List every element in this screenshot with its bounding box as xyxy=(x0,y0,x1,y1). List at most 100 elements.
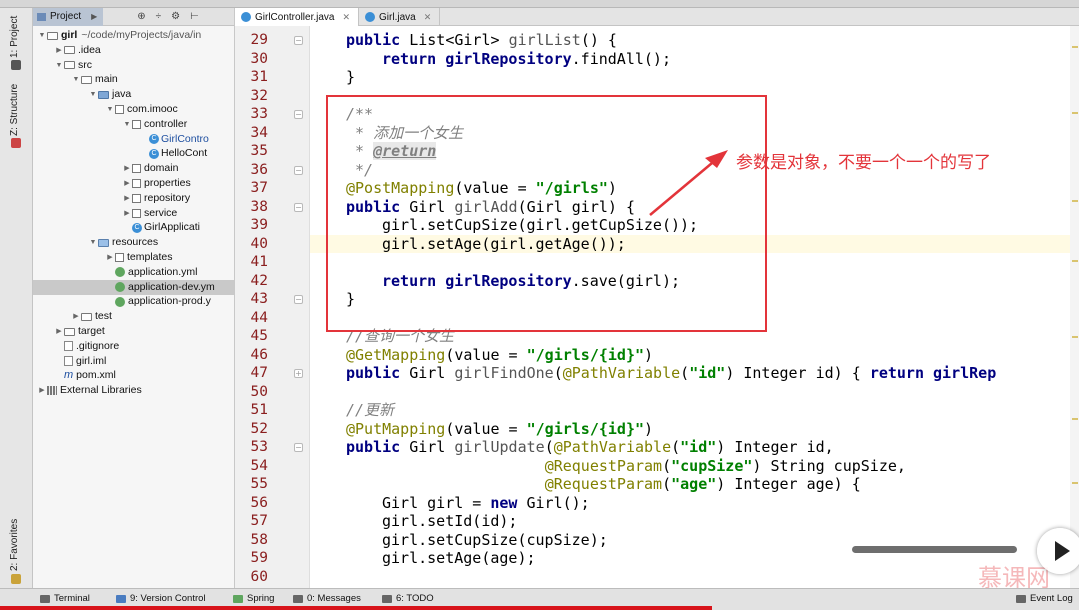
chevron-down-icon[interactable]: ▼ xyxy=(88,235,98,250)
line-number[interactable]: 44 xyxy=(238,309,268,328)
line-number[interactable]: 37 xyxy=(238,179,268,198)
editor-tab-girl-java[interactable]: Girl.java ✕ xyxy=(359,8,441,26)
line-number[interactable]: 32 xyxy=(238,87,268,106)
line-number[interactable]: 31 xyxy=(238,68,268,87)
tree-item-girl-iml[interactable]: girl.iml xyxy=(54,354,106,369)
horizontal-scroll-thumb[interactable] xyxy=(852,546,1017,553)
tree-item-external-libraries[interactable]: ▶ External Libraries xyxy=(37,383,141,398)
gear-icon[interactable]: ⚙ xyxy=(171,11,180,22)
chevron-right-icon[interactable]: ▶ xyxy=(54,43,64,58)
line-number[interactable]: 41 xyxy=(238,253,268,272)
tree-item-resources[interactable]: ▼ resources xyxy=(88,235,159,250)
code-line[interactable]: Girl girl = new Girl(); xyxy=(382,494,590,513)
chevron-right-icon[interactable]: ▶ xyxy=(37,383,47,398)
tool-terminal[interactable]: Terminal xyxy=(40,593,90,604)
tree-item-service[interactable]: ▶ service xyxy=(122,206,177,221)
structure-tool-icon[interactable] xyxy=(11,138,21,148)
chevron-right-icon[interactable]: ▶ xyxy=(122,191,132,206)
chevron-down-icon[interactable]: ▼ xyxy=(71,72,81,87)
line-number[interactable]: 40 xyxy=(238,235,268,254)
fold-marker-icon[interactable]: + xyxy=(294,369,303,378)
line-number[interactable]: 60 xyxy=(238,568,268,587)
code-line[interactable]: @PutMapping(value = "/girls/{id}") xyxy=(346,420,653,439)
code-line[interactable]: public List<Girl> girlList() { xyxy=(346,31,617,50)
line-number[interactable]: 53 xyxy=(238,438,268,457)
line-number[interactable]: 30 xyxy=(238,50,268,69)
line-number[interactable]: 33 xyxy=(238,105,268,124)
tree-item-application-dev-ym[interactable]: application-dev.ym xyxy=(33,279,234,295)
tree-item-templates[interactable]: ▶ templates xyxy=(105,250,172,265)
tree-item-target[interactable]: ▶ target xyxy=(54,324,105,339)
video-progress-bar[interactable] xyxy=(0,606,712,610)
line-number[interactable]: 52 xyxy=(238,420,268,439)
fold-marker-icon[interactable]: − xyxy=(294,165,303,175)
code-line[interactable]: return girlRepository.findAll(); xyxy=(382,50,671,69)
chevron-down-icon[interactable]: ▼ xyxy=(105,102,115,117)
tree-item-pom-xml[interactable]: m pom.xml xyxy=(54,368,116,383)
chevron-right-icon[interactable]: ▶ xyxy=(105,250,115,265)
line-number[interactable]: 35 xyxy=(238,142,268,161)
tree-item-java[interactable]: ▼ java xyxy=(88,87,132,102)
fold-marker-icon[interactable]: − xyxy=(294,443,303,452)
line-number[interactable]: 29 xyxy=(238,31,268,50)
tree-item-main[interactable]: ▼ main xyxy=(71,72,118,87)
code-line[interactable]: public Girl girlUpdate(@PathVariable("id… xyxy=(346,438,834,457)
code-line[interactable]: girl.setAge(age); xyxy=(382,549,536,568)
code-line[interactable]: girl.setCupSize(cupSize); xyxy=(382,531,608,550)
project-view-selector[interactable]: Project ▶ xyxy=(33,8,104,26)
line-number[interactable]: 58 xyxy=(238,531,268,550)
line-number[interactable]: 43 xyxy=(238,290,268,309)
fold-marker-icon[interactable]: − xyxy=(294,110,303,119)
editor-tab-girlcontroller-java[interactable]: GirlController.java ✕ xyxy=(235,8,360,26)
chevron-right-icon[interactable]: ▶ xyxy=(71,309,81,324)
fold-marker-icon[interactable]: − xyxy=(294,202,303,212)
line-number[interactable]: 59 xyxy=(238,549,268,568)
project-tool-tab[interactable]: 1: Project xyxy=(9,16,20,58)
chevron-right-icon[interactable]: ▶ xyxy=(122,161,132,176)
stripe-marker[interactable] xyxy=(1072,336,1078,338)
line-number[interactable]: 50 xyxy=(238,383,268,402)
collapse-icon[interactable]: ÷ xyxy=(156,11,162,22)
chevron-down-icon[interactable]: ▼ xyxy=(54,58,64,73)
line-number[interactable]: 55 xyxy=(238,475,268,494)
chevron-right-icon[interactable]: ▶ xyxy=(122,176,132,191)
stripe-marker[interactable] xyxy=(1072,482,1078,484)
code-line[interactable]: girl.setId(id); xyxy=(382,512,517,531)
tool-spring[interactable]: Spring xyxy=(233,593,274,604)
tree-item-test[interactable]: ▶ test xyxy=(71,309,112,324)
sync-icon[interactable]: ⊕ xyxy=(137,11,145,22)
chevron-down-icon[interactable]: ▼ xyxy=(122,117,132,132)
tree-item-idea[interactable]: ▶ .idea xyxy=(54,43,100,58)
tree-item-properties[interactable]: ▶ properties xyxy=(122,176,190,191)
line-number[interactable]: 45 xyxy=(238,327,268,346)
stripe-marker[interactable] xyxy=(1072,112,1078,114)
error-stripe[interactable] xyxy=(1070,26,1079,588)
code-line[interactable]: //更新 xyxy=(346,401,394,420)
tree-item-application-yml[interactable]: application.yml xyxy=(105,265,197,280)
line-number[interactable]: 42 xyxy=(238,272,268,291)
fold-marker-icon[interactable]: − xyxy=(294,295,303,304)
hide-panel-icon[interactable]: ⊢ xyxy=(190,11,199,22)
code-line[interactable]: @RequestParam("cupSize") String cupSize, xyxy=(346,457,906,476)
stripe-marker[interactable] xyxy=(1072,418,1078,420)
play-button[interactable] xyxy=(1037,528,1079,574)
tree-item-domain[interactable]: ▶ domain xyxy=(122,161,178,176)
line-number[interactable]: 34 xyxy=(238,124,268,143)
code-line[interactable]: } xyxy=(346,68,355,87)
code-line[interactable]: @RequestParam("age") Integer age) { xyxy=(346,475,861,494)
stripe-marker[interactable] xyxy=(1072,260,1078,262)
favorites-tool-icon[interactable] xyxy=(11,574,21,584)
code-line[interactable]: public Girl girlFindOne(@PathVariable("i… xyxy=(346,364,996,383)
tree-item-girl[interactable]: ▼ girl ~/code/myProjects/java/in xyxy=(37,28,202,43)
code-line[interactable]: @GetMapping(value = "/girls/{id}") xyxy=(346,346,653,365)
tree-item-repository[interactable]: ▶ repository xyxy=(122,191,190,206)
tree-item-gitignore[interactable]: .gitignore xyxy=(54,339,119,354)
line-number[interactable]: 47 xyxy=(238,364,268,383)
chevron-right-icon[interactable]: ▶ xyxy=(54,324,64,339)
line-number[interactable]: 36 xyxy=(238,161,268,180)
line-number[interactable]: 38 xyxy=(238,198,268,217)
line-number[interactable]: 57 xyxy=(238,512,268,531)
tool-9-version-control[interactable]: 9: Version Control xyxy=(116,593,206,604)
tool-0-messages[interactable]: 0: Messages xyxy=(293,593,361,604)
chevron-down-icon[interactable]: ▼ xyxy=(37,28,47,43)
